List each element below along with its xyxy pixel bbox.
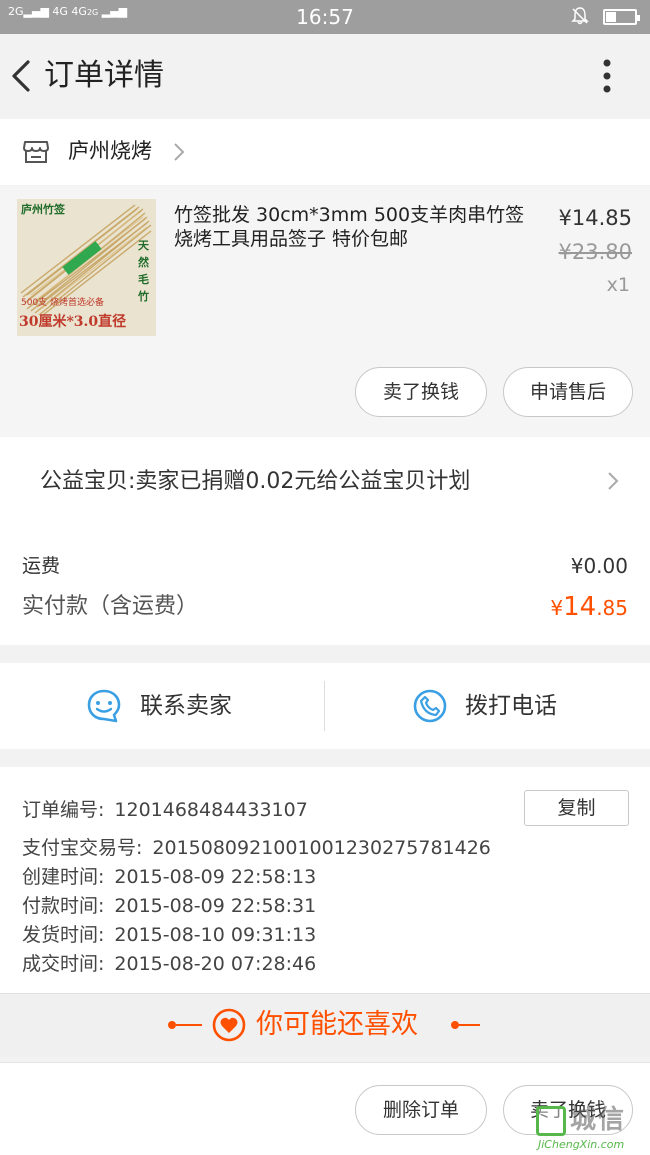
- created-time-value: 2015-08-09 22:58:13: [114, 866, 317, 888]
- product-name[interactable]: 竹签批发 30cm*3mm 500支羊肉串竹签烧烤工具用品签子 特价包邮: [174, 203, 532, 251]
- paid-time-row: 付款时间: 2015-08-09 22:58:31: [22, 893, 316, 919]
- paid-time-key: 付款时间:: [22, 895, 105, 917]
- shipped-time-value: 2015-08-10 09:31:13: [114, 924, 317, 946]
- paid-symbol: ¥: [550, 596, 564, 620]
- call-phone-button[interactable]: 拨打电话: [325, 663, 650, 749]
- sell-for-cash-button[interactable]: 卖了换钱: [355, 367, 487, 417]
- order-info: 订单编号: 1201468484433107 复制 支付宝交易号: 20150809…: [0, 767, 650, 993]
- nav-bar: 订单详情: [0, 34, 650, 118]
- shipping-value: ¥0.00: [570, 554, 628, 578]
- order-number-key: 订单编号:: [22, 799, 105, 821]
- product-item[interactable]: 庐州竹签 天然毛竹 500支 烧烤首选必备 30厘米*3.0直径 竹签批发 30…: [0, 186, 650, 436]
- chevron-right-icon: [606, 470, 620, 496]
- completed-time-row: 成交时间: 2015-08-20 07:28:46: [22, 951, 316, 977]
- product-original-price: ¥23.80: [558, 240, 632, 264]
- back-arrow-icon[interactable]: [6, 54, 40, 98]
- product-image[interactable]: 庐州竹签 天然毛竹 500支 烧烤首选必备 30厘米*3.0直径: [17, 199, 156, 336]
- contact-bar: 联系卖家 拨打电话: [0, 663, 650, 749]
- right-dot: [451, 1021, 459, 1029]
- left-dot: [168, 1021, 176, 1029]
- shipped-time-key: 发货时间:: [22, 924, 105, 946]
- page-title: 订单详情: [44, 58, 164, 93]
- heart-icon: [212, 1008, 246, 1046]
- clock: 16:57: [296, 5, 354, 29]
- image-count-text: 500支 烧烤首选必备: [21, 298, 105, 308]
- image-side-text: 天然毛竹: [138, 239, 149, 303]
- chat-bubble-icon: [86, 688, 122, 728]
- contact-seller-label: 联系卖家: [140, 693, 232, 719]
- chevron-right-icon: [172, 141, 186, 167]
- call-phone-label: 拨打电话: [465, 693, 557, 719]
- image-brand-text: 庐州竹签: [21, 203, 65, 216]
- watermark-sub: JiChengXin.com: [538, 1138, 625, 1151]
- alipay-trade-value: 2015080921001001230275781426: [152, 837, 491, 859]
- product-price: ¥14.85: [558, 206, 632, 230]
- contact-seller-button[interactable]: 联系卖家: [0, 663, 325, 749]
- created-time-row: 创建时间: 2015-08-09 22:58:13: [22, 864, 316, 890]
- recommend-title: 你可能还喜欢: [256, 1009, 418, 1040]
- order-number-value: 1201468484433107: [114, 799, 308, 821]
- paid-time-value: 2015-08-09 22:58:31: [114, 895, 317, 917]
- copy-button[interactable]: 复制: [524, 790, 629, 826]
- delete-order-button[interactable]: 删除订单: [355, 1085, 487, 1135]
- created-time-key: 创建时间:: [22, 866, 105, 888]
- shipped-time-row: 发货时间: 2015-08-10 09:31:13: [22, 922, 316, 948]
- alipay-trade-row: 支付宝交易号: 2015080921001001230275781426: [22, 835, 491, 861]
- shop-icon: [22, 139, 50, 169]
- site-watermark: 城信 JiChengXin.com: [530, 1102, 650, 1155]
- paid-amount: ¥14.85: [480, 591, 628, 624]
- after-sale-button[interactable]: 申请售后: [503, 367, 633, 417]
- watermark-text: 城信: [570, 1105, 627, 1135]
- payment-summary: 运费 ¥0.00 实付款（含运费） ¥14.85: [0, 527, 650, 645]
- order-number-row: 订单编号: 1201468484433107: [22, 797, 308, 823]
- product-quantity: x1: [606, 274, 630, 296]
- completed-time-value: 2015-08-20 07:28:46: [114, 953, 317, 975]
- alipay-trade-key: 支付宝交易号:: [22, 837, 143, 859]
- completed-time-key: 成交时间:: [22, 953, 105, 975]
- shop-name[interactable]: 庐州烧烤: [68, 137, 152, 165]
- battery-icon: [603, 9, 640, 25]
- paid-label: 实付款（含运费）: [22, 594, 199, 619]
- paid-int: 14: [563, 592, 597, 622]
- watermark-logo-icon: [536, 1106, 566, 1136]
- mute-bell-icon: [570, 6, 590, 31]
- phone-icon: [412, 688, 448, 728]
- shipping-label: 运费: [22, 555, 61, 577]
- image-size-text: 30厘米*3.0直径: [19, 314, 127, 330]
- left-line: [176, 1024, 202, 1026]
- more-options-icon[interactable]: [590, 54, 624, 98]
- shop-row[interactable]: 庐州烧烤: [0, 119, 650, 185]
- recommend-banner: 你可能还喜欢: [0, 993, 650, 1057]
- status-bar: 2G▂▄▆ 4G 4G2G ▂▄▆ 16:57: [0, 0, 650, 34]
- charity-text: 公益宝贝:卖家已捐赠0.02元给公益宝贝计划: [40, 469, 471, 494]
- paid-dec: .85: [596, 596, 628, 620]
- charity-row[interactable]: 公益宝贝:卖家已捐赠0.02元给公益宝贝计划: [0, 437, 650, 527]
